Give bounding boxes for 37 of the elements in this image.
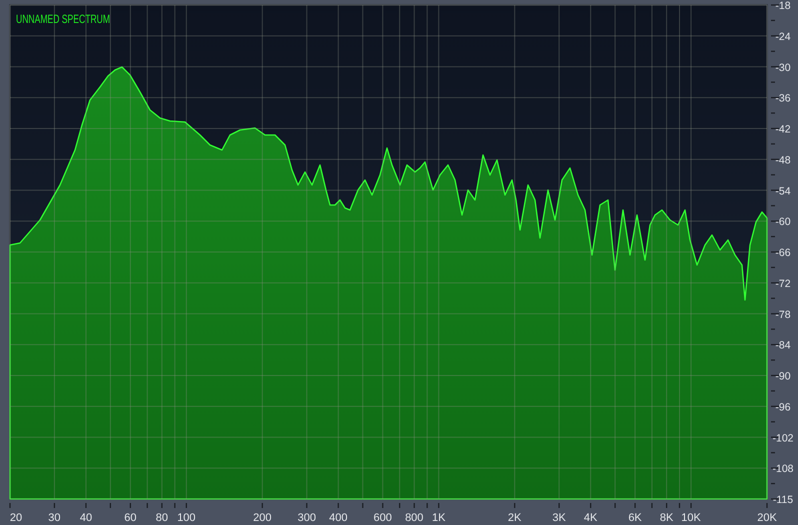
y-axis-label: -90: [775, 370, 791, 382]
y-axis-label: -36: [775, 92, 791, 105]
y-axis-label: -48: [775, 154, 791, 166]
x-axis-label: 800: [405, 512, 424, 524]
x-axis-label: 30: [48, 512, 61, 524]
x-axis-label: 300: [298, 512, 316, 524]
y-axis-label: -24: [775, 30, 791, 43]
x-axis-label: 1K: [432, 512, 446, 524]
y-axis-label: -115: [772, 494, 794, 506]
x-axis-label: 80: [156, 512, 168, 524]
y-axis-label: -60: [775, 216, 791, 228]
chart-title: UNNAMED SPECTRUM: [16, 12, 148, 26]
x-axis-label: 10K: [681, 512, 701, 524]
y-axis-label: -96: [775, 401, 791, 414]
y-axis-label: -78: [775, 308, 791, 321]
y-axis-label: -84: [775, 340, 791, 352]
x-axis-label: 40: [80, 512, 92, 524]
x-axis-label: 8K: [660, 512, 674, 524]
y-axis-label: -30: [775, 62, 791, 74]
y-axis-label: -42: [775, 124, 791, 136]
x-axis-label: 20: [10, 512, 22, 524]
y-axis-label: -72: [775, 278, 791, 290]
x-axis-label: 20K: [757, 512, 777, 524]
y-axis-label: -102: [772, 432, 794, 444]
x-axis-label: 4K: [584, 512, 598, 524]
x-axis-label: 100: [177, 512, 196, 524]
x-axis-label: 200: [253, 512, 272, 524]
x-axis-label: 60: [124, 512, 137, 524]
x-axis-label: 400: [329, 512, 348, 524]
x-axis-label: 3K: [552, 512, 566, 524]
y-axis-label: -54: [775, 185, 791, 198]
y-axis-label: -108: [772, 463, 794, 476]
y-axis-label: -66: [775, 247, 791, 259]
y-axis-label: -18: [775, 0, 791, 12]
x-axis-label: 600: [374, 512, 392, 524]
x-axis-label: 6K: [628, 512, 642, 524]
x-axis-label: 2K: [508, 512, 522, 524]
